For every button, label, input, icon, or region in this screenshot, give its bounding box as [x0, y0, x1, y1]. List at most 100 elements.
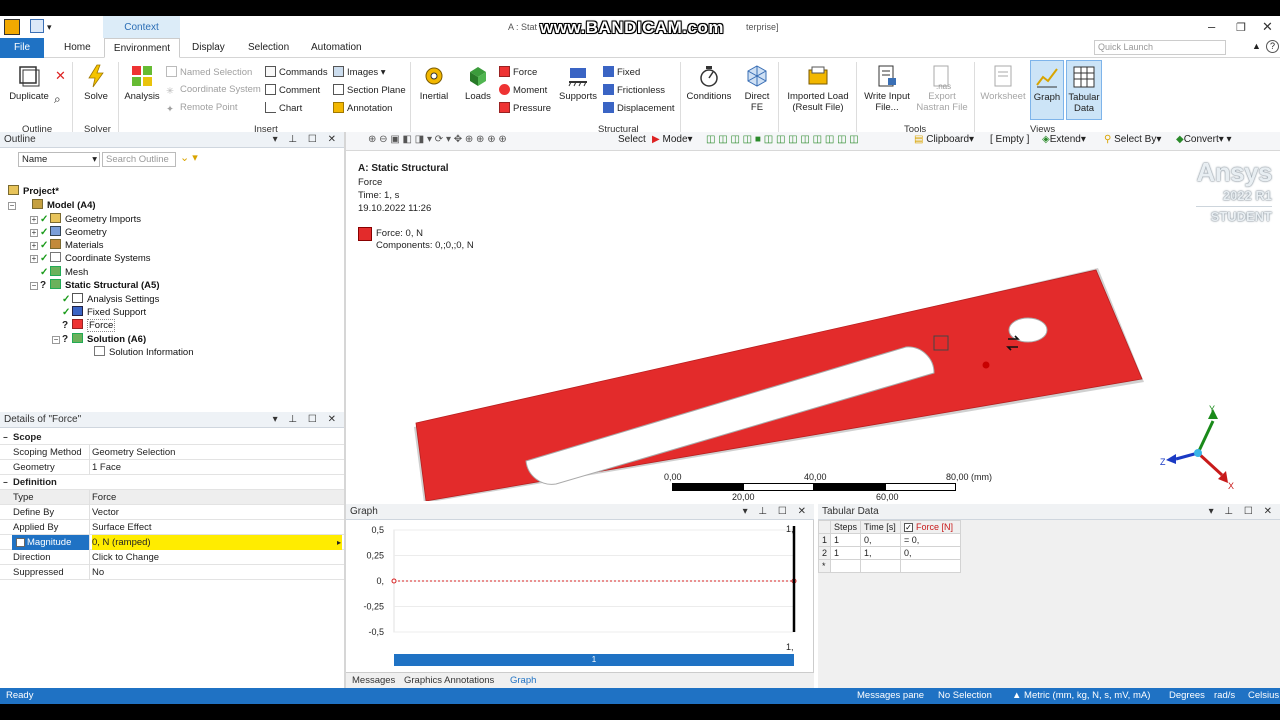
- supports-button[interactable]: Supports: [558, 64, 598, 102]
- tree-expand-icon[interactable]: +: [30, 229, 38, 237]
- details-row-geometry[interactable]: Geometry 1 Face: [0, 460, 344, 475]
- cell-force[interactable]: [900, 559, 962, 573]
- coordinate-system-button[interactable]: ✳ Coordinate System: [166, 84, 261, 97]
- frictionless-button[interactable]: Frictionless: [603, 84, 665, 96]
- table-row[interactable]: *: [817, 559, 962, 573]
- cell-time[interactable]: 0,: [860, 533, 902, 547]
- tree-item-mesh[interactable]: ✓ Mesh: [40, 266, 88, 279]
- details-row-scoping-method[interactable]: Scoping Method Geometry Selection: [0, 445, 344, 460]
- status-units[interactable]: ▲ Metric (mm, kg, N, s, mV, mA): [1012, 688, 1150, 704]
- tree-item-model[interactable]: Model (A4): [22, 199, 96, 212]
- parameter-checkbox[interactable]: [16, 538, 25, 547]
- panel-controls[interactable]: ▾ ⊥ ☐ ✕: [273, 412, 340, 428]
- tree-item-analysis-settings[interactable]: ✓ Analysis Settings: [62, 293, 159, 306]
- displacement-button[interactable]: Displacement: [603, 102, 675, 114]
- inertial-button[interactable]: Inertial: [416, 64, 452, 102]
- quick-access-dropdown-icon[interactable]: ▾: [47, 22, 52, 33]
- tab-graph[interactable]: Graph: [510, 675, 536, 686]
- worksheet-button[interactable]: Worksheet: [978, 64, 1028, 102]
- details-category-definition[interactable]: − Definition: [0, 475, 344, 490]
- zoom-tools-icons[interactable]: ⊕ ⊖ ▣ ◧ ◨ ▾ ⟳ ▾ ✥ ⊕ ⊕ ⊕ ⊕: [368, 134, 507, 145]
- clipboard-button[interactable]: ▤ Clipboard▾: [914, 134, 974, 145]
- cell-force[interactable]: = 0,: [900, 533, 962, 547]
- graph-timeline-bar[interactable]: 1: [394, 654, 794, 666]
- mode-button[interactable]: ▶ Mode▾: [652, 134, 693, 145]
- close-button[interactable]: ✕: [1262, 19, 1273, 35]
- tab-environment[interactable]: Environment: [104, 38, 180, 58]
- panel-controls[interactable]: ▾ ⊥ ☐ ✕: [1209, 504, 1276, 520]
- details-row-suppressed[interactable]: Suppressed No: [0, 565, 344, 580]
- flyout-arrow-icon[interactable]: ▸: [337, 535, 341, 550]
- panel-controls[interactable]: ▾ ⊥ ☐ ✕: [743, 504, 810, 520]
- outline-filter-select[interactable]: Name ▾: [18, 152, 100, 167]
- convert-button[interactable]: ◆Convert▾ ▾: [1176, 134, 1232, 145]
- minimize-button[interactable]: –: [1208, 19, 1215, 34]
- ansys-app-icon[interactable]: [4, 19, 20, 35]
- fixed-button[interactable]: Fixed: [603, 66, 640, 78]
- delete-icon[interactable]: ✕: [55, 68, 66, 84]
- tree-expand-icon[interactable]: +: [30, 255, 38, 263]
- commands-button[interactable]: Commands: [265, 66, 328, 78]
- tree-collapse-icon[interactable]: −: [30, 282, 38, 290]
- tree-item-project[interactable]: Project*: [8, 185, 59, 198]
- help-icon[interactable]: ?: [1266, 40, 1279, 53]
- column-header-steps[interactable]: Steps: [830, 520, 862, 534]
- tab-automation[interactable]: Automation: [303, 38, 370, 58]
- tab-graphics-annotations[interactable]: Graphics Annotations: [404, 675, 494, 686]
- moment-button[interactable]: Moment: [499, 84, 547, 96]
- write-input-file-button[interactable]: Write Input File...: [860, 64, 914, 113]
- named-selection-button[interactable]: Named Selection: [166, 66, 252, 78]
- analysis-button[interactable]: Analysis: [122, 64, 162, 102]
- tab-file[interactable]: File: [0, 38, 44, 58]
- details-category-scope[interactable]: − Scope: [0, 430, 344, 445]
- force-button[interactable]: Force: [499, 66, 537, 78]
- magnitude-input[interactable]: 0, N (ramped): [92, 535, 342, 550]
- details-row-type[interactable]: Type Force: [0, 490, 344, 505]
- tab-selection[interactable]: Selection: [240, 38, 297, 58]
- maximize-button[interactable]: ❐: [1236, 21, 1246, 34]
- details-value[interactable]: Click to Change: [92, 550, 342, 565]
- solve-button[interactable]: Solve: [80, 64, 112, 102]
- cell-time[interactable]: [860, 559, 902, 573]
- tree-expand-icon[interactable]: +: [30, 242, 38, 250]
- tree-item-geometry-imports[interactable]: ✓ Geometry Imports: [40, 213, 141, 226]
- quick-launch-input[interactable]: Quick Launch: [1094, 40, 1226, 55]
- select-button[interactable]: Select: [618, 134, 646, 145]
- direct-fe-button[interactable]: Direct FE: [740, 64, 774, 113]
- details-row-direction[interactable]: Direction Click to Change: [0, 550, 344, 565]
- force-column-checkbox[interactable]: ✓: [904, 523, 914, 532]
- collapse-icon[interactable]: −: [3, 475, 8, 490]
- pressure-button[interactable]: Pressure: [499, 102, 551, 114]
- section-plane-button[interactable]: Section Plane: [333, 84, 406, 96]
- ribbon-collapse-icon[interactable]: ▲: [1252, 41, 1261, 51]
- annotation-button[interactable]: Annotation: [333, 102, 392, 114]
- model-plate[interactable]: [346, 151, 1280, 501]
- tab-messages[interactable]: Messages: [352, 675, 395, 686]
- status-celsius[interactable]: Celsius: [1248, 688, 1279, 704]
- loads-button[interactable]: Loads: [462, 64, 494, 102]
- panel-controls[interactable]: ▾ ⊥ ☐ ✕: [273, 132, 340, 148]
- images-button[interactable]: Images ▾: [333, 66, 386, 78]
- column-header-force[interactable]: ✓ Force [N]: [900, 520, 962, 534]
- status-degrees[interactable]: Degrees: [1169, 688, 1205, 704]
- graphics-viewport[interactable]: A: Static Structural Force Time: 1, s 19…: [346, 151, 1280, 502]
- tabular-data-button[interactable]: Tabular Data: [1066, 60, 1102, 120]
- remote-point-button[interactable]: ✦ Remote Point: [166, 102, 238, 115]
- selection-filter-icons[interactable]: ◫ ◫ ◫ ◫ ■ ◫ ◫ ◫ ◫ ◫ ◫ ◫ ◫: [706, 134, 859, 145]
- find-icon[interactable]: ⌕: [54, 92, 61, 107]
- tree-expand-icon[interactable]: +: [30, 216, 38, 224]
- tree-item-geometry[interactable]: ✓ Geometry: [40, 226, 107, 239]
- cell-force[interactable]: 0,: [900, 546, 962, 560]
- outline-search-input[interactable]: Search Outline: [102, 152, 176, 167]
- coordinate-triad[interactable]: [1156, 391, 1256, 491]
- imported-load-button[interactable]: Imported Load (Result File): [784, 64, 852, 113]
- filter-chevron-icon[interactable]: ⌄ ▾: [180, 151, 198, 164]
- duplicate-button[interactable]: Duplicate: [6, 64, 52, 102]
- tree-item-materials[interactable]: ✓ Materials: [40, 239, 104, 252]
- tree-item-fixed-support[interactable]: ✓ Fixed Support: [62, 306, 146, 319]
- status-rads[interactable]: rad/s: [1214, 688, 1235, 704]
- cell-time[interactable]: 1,: [860, 546, 902, 560]
- graph-chart[interactable]: 0,5 0,25 0, -0,25 -0,5: [346, 520, 814, 672]
- details-row-applied-by[interactable]: Applied By Surface Effect: [0, 520, 344, 535]
- tree-item-static-structural[interactable]: ? Static Structural (A5): [40, 279, 160, 292]
